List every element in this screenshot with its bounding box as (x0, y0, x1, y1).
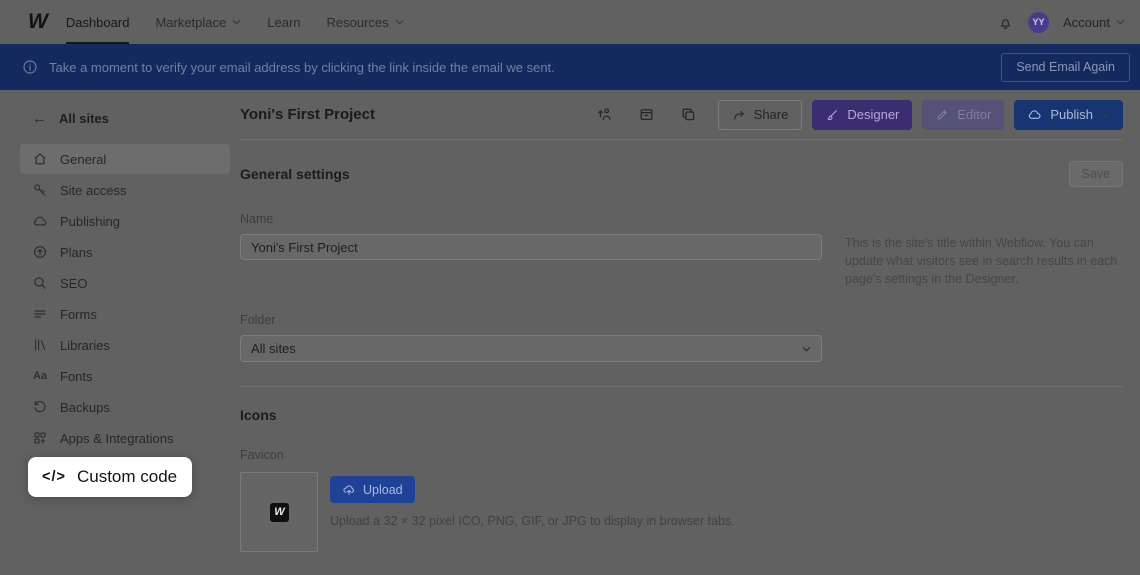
avatar[interactable]: YY (1028, 12, 1049, 33)
sidebar-item-apps-integrations[interactable]: Apps & Integrations (20, 423, 230, 453)
icons-heading: Icons (240, 407, 1123, 423)
favicon-upload-button[interactable]: Upload (330, 476, 415, 503)
sidebar-item-plans[interactable]: Plans (20, 237, 230, 267)
search-icon (32, 275, 48, 291)
primary-nav: Dashboard Marketplace Learn Resources (66, 0, 404, 44)
favicon-preview: W (240, 472, 318, 552)
back-to-all-sites[interactable]: ← All sites (0, 106, 230, 130)
sidebar-item-forms[interactable]: Forms (20, 299, 230, 329)
home-icon (32, 151, 48, 167)
send-email-again-button[interactable]: Send Email Again (1001, 53, 1130, 82)
page-title: Yoni's First Project (240, 106, 375, 123)
sidebar-item-backups[interactable]: Backups (20, 392, 230, 422)
folder-select[interactable]: All sites (240, 335, 822, 362)
general-settings-heading: General settings (240, 166, 350, 182)
pencil-icon (935, 108, 949, 122)
save-button[interactable]: Save (1069, 161, 1124, 187)
fonts-aa-icon: Aa (32, 368, 48, 384)
settings-sidebar: ← All sites General Site access Publishi… (0, 90, 230, 575)
chevron-down-icon (802, 346, 811, 352)
forms-lines-icon (32, 306, 48, 322)
site-name-input[interactable] (240, 234, 822, 260)
arrow-left-icon: ← (32, 110, 47, 127)
folder-label: Folder (240, 313, 1123, 327)
info-icon (22, 59, 38, 75)
code-icon: </> (42, 469, 66, 485)
chevron-down-icon (395, 19, 404, 25)
chevron-down-icon (1101, 112, 1110, 118)
webflow-logo-icon[interactable]: W (28, 10, 46, 34)
notifications-bell-icon[interactable] (997, 14, 1014, 31)
editor-button[interactable]: Editor (922, 100, 1004, 130)
favicon-image: W (270, 503, 289, 522)
sidebar-item-libraries[interactable]: Libraries (20, 330, 230, 360)
favicon-description: Upload a 32 × 32 pixel ICO, PNG, GIF, or… (330, 514, 735, 528)
sidebar-item-fonts[interactable]: Aa Fonts (20, 361, 230, 391)
paintbrush-icon (825, 108, 839, 122)
duplicate-icon[interactable] (676, 102, 702, 128)
name-help-text: This is the site's title within Webflow.… (845, 234, 1123, 288)
top-navigation-bar: W Dashboard Marketplace Learn Resources (0, 0, 1140, 44)
apps-grid-icon (32, 430, 48, 446)
nav-resources[interactable]: Resources (327, 0, 404, 44)
nav-dashboard[interactable]: Dashboard (66, 0, 130, 44)
cloud-icon (32, 213, 48, 229)
archive-icon[interactable] (634, 102, 660, 128)
banner-message: Take a moment to verify your email addre… (49, 60, 555, 75)
sidebar-item-publishing[interactable]: Publishing (20, 206, 230, 236)
restore-history-icon (32, 399, 48, 415)
publish-cloud-icon (1027, 107, 1042, 122)
sidebar-item-seo[interactable]: SEO (20, 268, 230, 298)
share-button[interactable]: Share (718, 100, 803, 130)
chevron-down-icon (1116, 19, 1125, 25)
email-verification-banner: Take a moment to verify your email addre… (0, 44, 1140, 90)
chevron-down-icon (232, 19, 241, 25)
site-header: Yoni's First Project Share Designer (240, 90, 1123, 140)
nav-marketplace[interactable]: Marketplace (155, 0, 241, 44)
section-divider (240, 386, 1123, 387)
sidebar-item-site-access[interactable]: Site access (20, 175, 230, 205)
account-menu[interactable]: Account (1063, 15, 1125, 30)
upgrade-circle-icon (32, 244, 48, 260)
library-books-icon (32, 337, 48, 353)
favicon-label: Favicon (240, 448, 1123, 462)
key-icon (32, 182, 48, 198)
nav-learn[interactable]: Learn (267, 0, 300, 44)
upload-cloud-icon (342, 483, 356, 497)
sidebar-item-custom-code-spotlight[interactable]: </> Custom code (28, 457, 192, 497)
publish-button[interactable]: Publish (1014, 100, 1123, 130)
settings-main: Yoni's First Project Share Designer (230, 90, 1140, 575)
transfer-site-icon[interactable] (592, 102, 618, 128)
name-label: Name (240, 212, 1123, 226)
designer-button[interactable]: Designer (812, 100, 912, 130)
sidebar-item-general[interactable]: General (20, 144, 230, 174)
share-arrow-icon (732, 108, 746, 122)
